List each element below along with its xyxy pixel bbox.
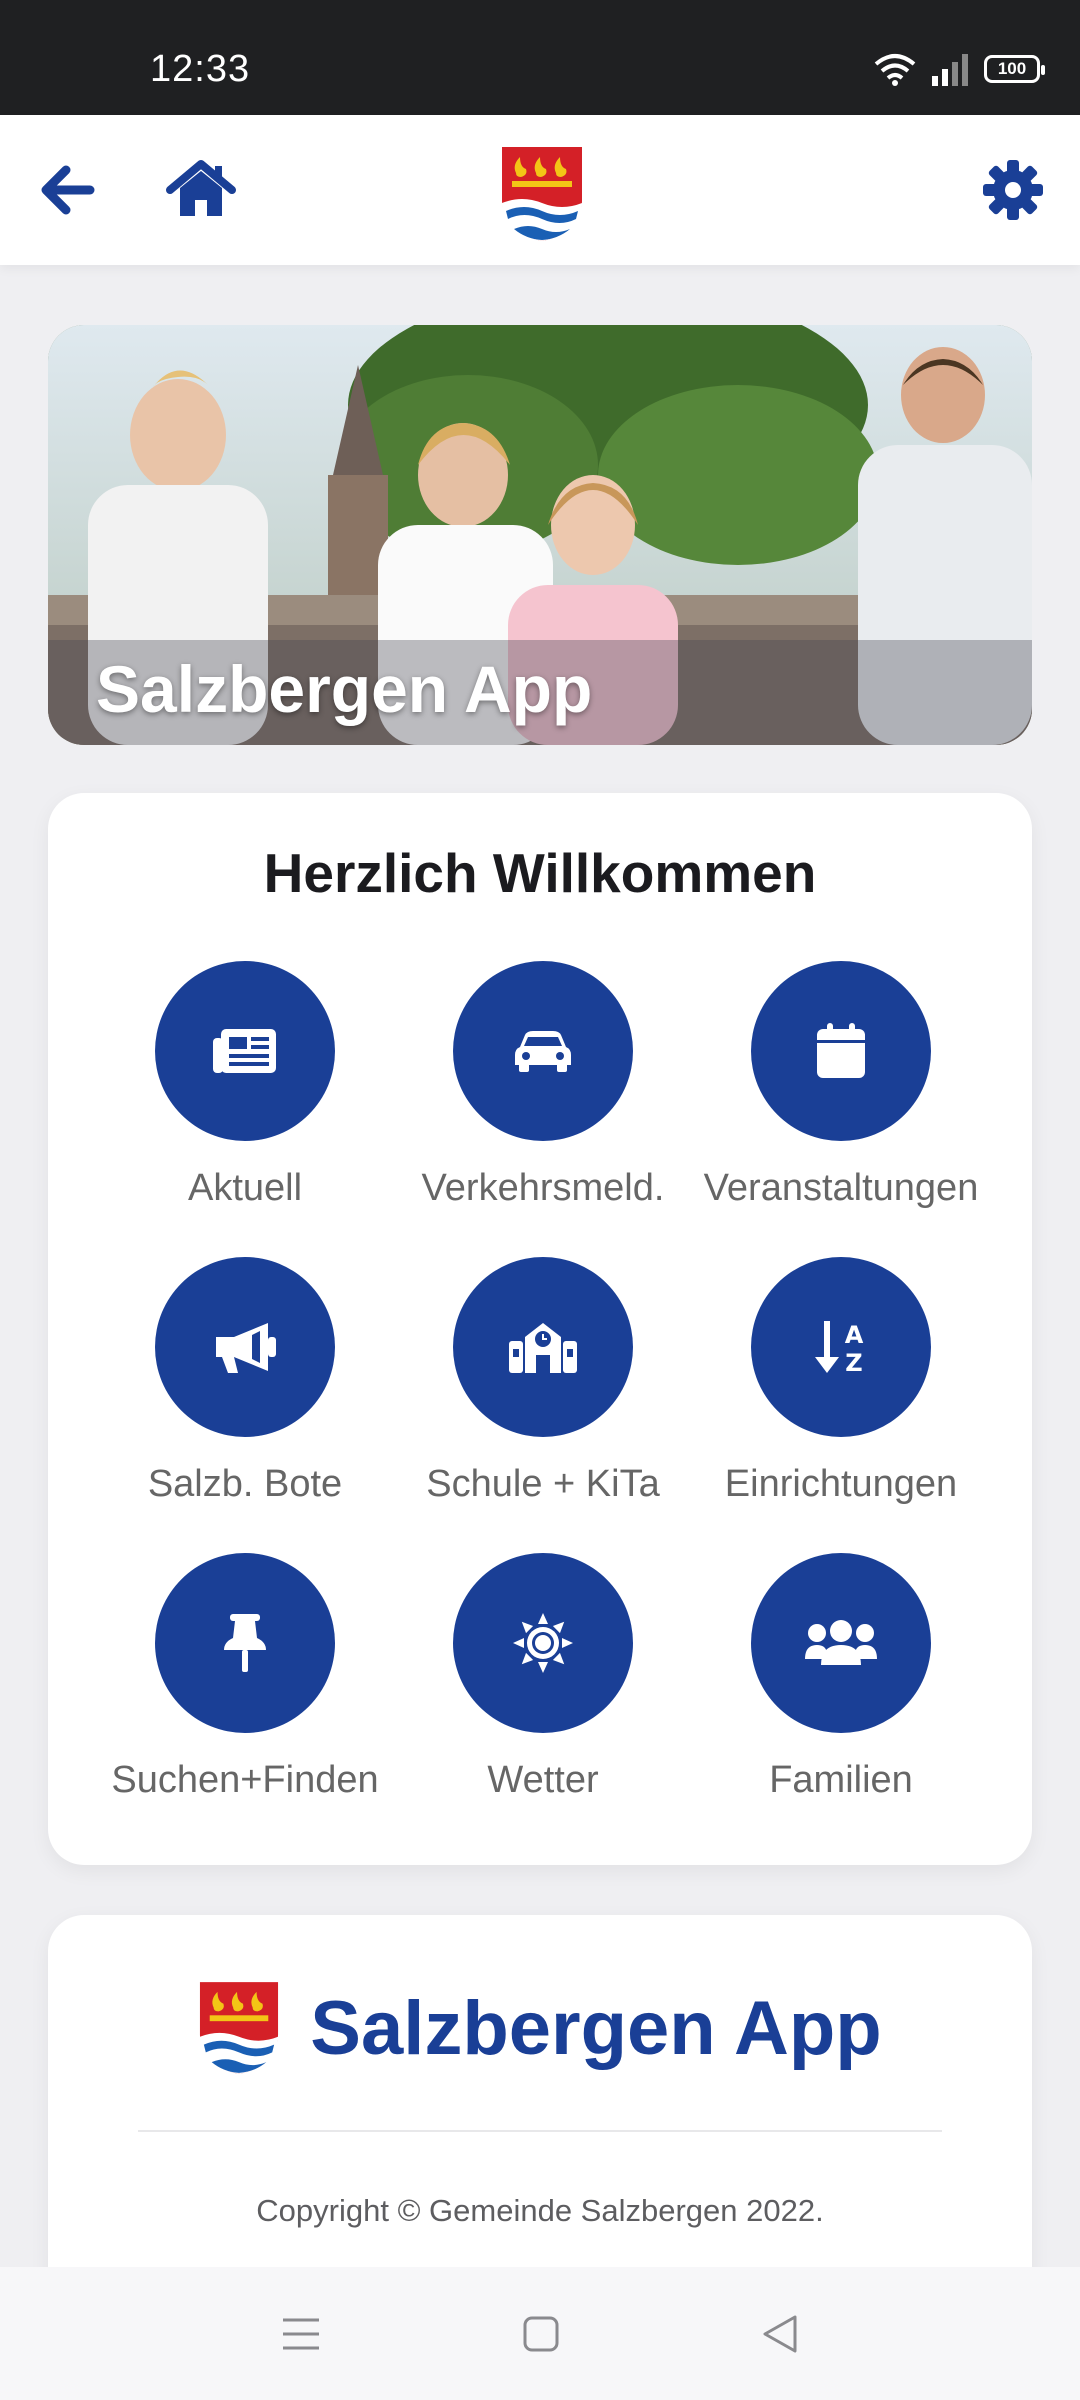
system-nav-bar <box>0 2267 1080 2400</box>
welcome-card: Herzlich Willkommen Aktuell Verkehrsmeld… <box>48 793 1032 1865</box>
battery-icon: 100 <box>984 55 1045 83</box>
settings-button[interactable] <box>978 155 1048 225</box>
tile-circle <box>453 961 633 1141</box>
tile-verkehrsmeldungen[interactable]: Verkehrsmeld. <box>394 961 692 1233</box>
tile-label: Veranstaltungen <box>703 1167 979 1209</box>
salzbergen-crest-logo <box>500 145 584 243</box>
welcome-title: Herzlich Willkommen <box>263 842 817 904</box>
home-square-icon[interactable] <box>522 2315 560 2353</box>
calendar-icon <box>817 1023 865 1078</box>
back-button[interactable] <box>32 155 102 225</box>
users-icon <box>805 1620 877 1665</box>
svg-text:A: A <box>845 1321 864 1349</box>
tile-label: Aktuell <box>187 1167 303 1209</box>
home-button[interactable] <box>166 155 236 225</box>
footer-brand-text: Salzbergen App <box>310 1985 882 2071</box>
tile-schule-kita[interactable]: Schule + KiTa <box>394 1257 692 1529</box>
footer-card: Salzbergen App Copyright © Gemeinde Salz… <box>48 1915 1032 2315</box>
back-triangle-icon[interactable] <box>761 2314 799 2354</box>
megaphone-icon <box>216 1323 276 1373</box>
hero-title: Salzbergen App <box>96 652 593 726</box>
tile-circle: A Z <box>751 1257 931 1437</box>
status-icons: 100 <box>874 52 1045 86</box>
svg-text:Z: Z <box>845 1349 862 1377</box>
battery-level: 100 <box>997 59 1027 78</box>
tile-circle <box>751 961 931 1141</box>
tile-salzb-bote[interactable]: Salzb. Bote <box>96 1257 394 1529</box>
copyright-text: Copyright © Gemeinde Salzbergen 2022. <box>256 2193 824 2228</box>
tile-label: Wetter <box>487 1759 599 1801</box>
home-icon <box>166 160 236 216</box>
pin-icon <box>224 1614 266 1672</box>
tile-circle <box>155 961 335 1141</box>
car-icon <box>515 1031 571 1072</box>
tile-label: Familien <box>769 1759 913 1801</box>
tile-veranstaltungen[interactable]: Veranstaltungen <box>692 961 990 1233</box>
tile-suchen-finden[interactable]: Suchen+Finden <box>96 1553 394 1825</box>
salzbergen-crest-logo <box>200 1982 279 2074</box>
app-toolbar <box>0 115 1080 265</box>
footer-brand: Salzbergen App <box>48 1980 1032 2076</box>
tile-circle <box>751 1553 931 1733</box>
status-time: 12:33 <box>150 48 251 90</box>
status-bar: 12:33 100 <box>0 0 1080 115</box>
tile-einrichtungen[interactable]: A Z Einrichtungen <box>692 1257 990 1529</box>
sun-icon <box>513 1613 573 1673</box>
wifi-icon <box>874 54 916 86</box>
sort-alpha-icon: A Z <box>815 1321 864 1377</box>
arrow-left-icon <box>41 165 95 215</box>
tile-familien[interactable]: Familien <box>692 1553 990 1825</box>
menu-icon[interactable] <box>281 2316 321 2352</box>
tile-circle <box>453 1257 633 1437</box>
tile-label: Suchen+Finden <box>111 1759 379 1801</box>
signal-icon <box>932 54 968 86</box>
tile-circle <box>453 1553 633 1733</box>
tile-circle <box>155 1553 335 1733</box>
menu-grid: Aktuell Verkehrsmeld. Veranstaltungen Sa… <box>96 961 992 1825</box>
gear-icon <box>983 160 1043 220</box>
tile-label: Schule + KiTa <box>426 1463 660 1505</box>
hero-banner[interactable]: Salzbergen App <box>48 325 1032 745</box>
tile-label: Salzb. Bote <box>147 1463 343 1505</box>
school-icon <box>509 1323 577 1373</box>
tile-aktuell[interactable]: Aktuell <box>96 961 394 1233</box>
tile-label: Verkehrsmeld. <box>421 1167 665 1209</box>
tile-circle <box>155 1257 335 1437</box>
newspaper-icon <box>213 1029 276 1073</box>
tile-wetter[interactable]: Wetter <box>394 1553 692 1825</box>
tile-label: Einrichtungen <box>724 1463 958 1505</box>
footer-divider <box>138 2130 942 2132</box>
